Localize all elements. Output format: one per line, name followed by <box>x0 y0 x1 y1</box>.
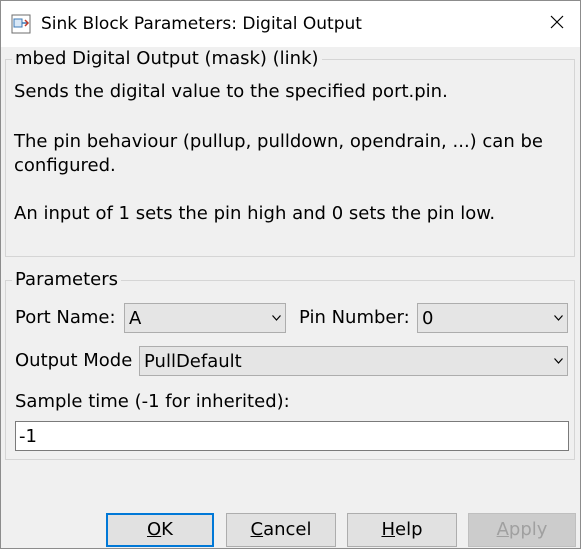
simulink-block-icon <box>11 14 31 34</box>
ok-label-rest: K <box>161 519 173 540</box>
chevron-down-icon <box>549 315 567 321</box>
pin-number-dropdown[interactable]: 0 <box>417 303 568 333</box>
help-mnemonic: H <box>381 519 396 540</box>
description-line: The pin behaviour (pullup, pulldown, ope… <box>14 131 543 152</box>
chevron-down-icon <box>549 358 567 364</box>
apply-button[interactable]: Apply <box>468 513 576 547</box>
block-parameters-dialog: Sink Block Parameters: Digital Output mb… <box>0 0 581 549</box>
cancel-label-rest: ancel <box>263 519 312 540</box>
output-mode-value: PullDefault <box>144 350 242 372</box>
sample-time-label: Sample time (-1 for inherited): <box>15 391 290 412</box>
parameters-group-title: Parameters <box>12 269 122 291</box>
ok-mnemonic: O <box>147 519 162 540</box>
pin-number-value: 0 <box>422 307 434 329</box>
port-name-label: Port Name: <box>15 307 116 328</box>
cancel-button[interactable]: Cancel <box>226 513 336 547</box>
output-mode-dropdown[interactable]: PullDefault <box>139 346 568 376</box>
ok-button[interactable]: OK <box>106 513 214 547</box>
title-bar[interactable]: Sink Block Parameters: Digital Output <box>1 1 580 47</box>
close-button[interactable] <box>534 1 580 47</box>
port-name-dropdown[interactable]: A <box>124 303 286 333</box>
apply-label-rest: pply <box>508 519 548 540</box>
description-line: An input of 1 sets the pin high and 0 se… <box>14 203 496 224</box>
description-group-title: mbed Digital Output (mask) (link) <box>12 48 322 70</box>
port-name-value: A <box>129 307 142 329</box>
window-title: Sink Block Parameters: Digital Output <box>41 14 362 34</box>
description-group: mbed Digital Output (mask) (link) Sends … <box>5 48 575 257</box>
help-button[interactable]: Help <box>347 513 457 547</box>
close-icon <box>549 14 565 35</box>
output-mode-label: Output Mode <box>15 350 133 371</box>
chevron-down-icon <box>267 315 285 321</box>
apply-mnemonic: A <box>496 519 509 540</box>
cancel-mnemonic: C <box>250 519 264 540</box>
description-line: Sends the digital value to the specified… <box>14 81 448 102</box>
help-label-rest: elp <box>395 519 423 540</box>
sample-time-input[interactable] <box>15 421 569 451</box>
pin-number-label: Pin Number: <box>299 307 410 328</box>
description-line: configured. <box>14 155 116 176</box>
